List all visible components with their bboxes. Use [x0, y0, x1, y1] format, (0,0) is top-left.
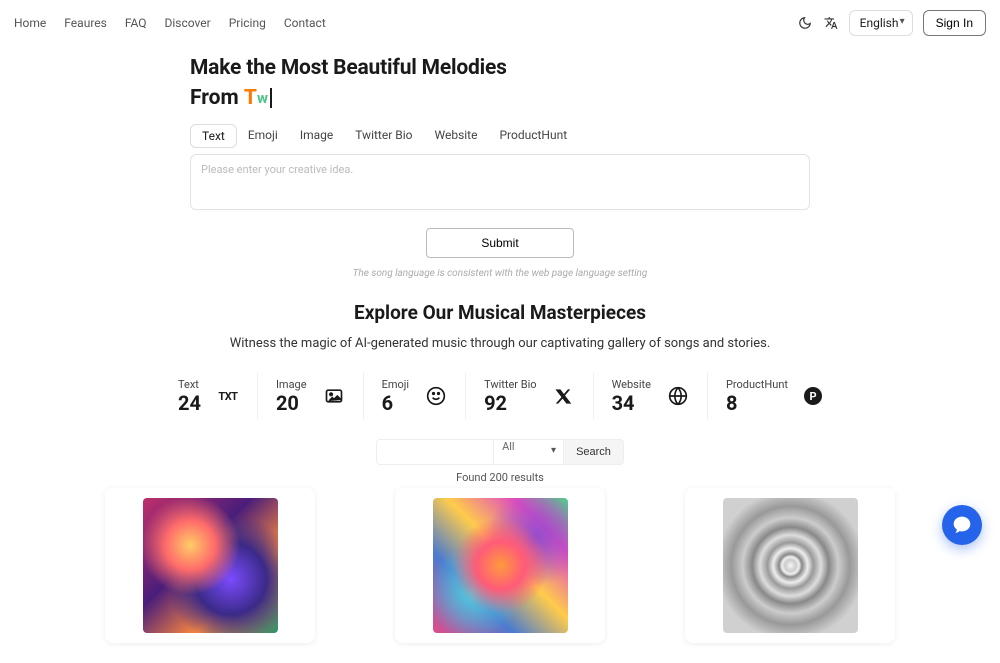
stat-image[interactable]: Image 20 [258, 373, 364, 419]
nav-contact[interactable]: Contact [284, 16, 326, 30]
stat-website[interactable]: Website 34 [594, 373, 708, 419]
stat-twitter-value: 92 [484, 391, 537, 415]
nav-features[interactable]: Feaures [64, 16, 107, 30]
album-art [143, 498, 278, 633]
nav-faq[interactable]: FAQ [125, 16, 147, 30]
album-art [433, 498, 568, 633]
album-art [723, 498, 858, 633]
tab-image[interactable]: Image [289, 124, 344, 148]
smile-icon [425, 385, 447, 407]
gallery-card[interactable] [685, 488, 895, 643]
stat-twitter-label: Twitter Bio [484, 378, 537, 391]
filter-search-input[interactable] [376, 439, 494, 465]
stat-website-value: 34 [612, 391, 651, 415]
explore-title: Explore Our Musical Masterpieces [0, 301, 1000, 324]
stat-emoji-label: Emoji [382, 378, 409, 391]
stats-bar: Text 24 TXT Image 20 Emoji 6 [0, 373, 1000, 419]
gallery-card[interactable] [105, 488, 315, 643]
x-icon [553, 385, 575, 407]
tab-producthunt[interactable]: ProductHunt [488, 124, 578, 148]
results-count: Found 200 results [0, 471, 1000, 484]
stat-text-value: 24 [178, 391, 201, 415]
nav-discover[interactable]: Discover [164, 16, 210, 30]
producthunt-icon: P [804, 387, 822, 405]
stat-ph-value: 8 [726, 391, 788, 415]
hero-from-label: From [190, 86, 239, 110]
tab-twitter-bio[interactable]: Twitter Bio [344, 124, 423, 148]
stat-website-label: Website [612, 378, 651, 391]
dark-mode-icon[interactable] [797, 15, 813, 31]
idea-input[interactable] [190, 154, 810, 210]
hero-subtitle: From Tw [190, 86, 810, 110]
main-nav: Home Feaures FAQ Discover Pricing Contac… [14, 16, 326, 30]
sign-in-button[interactable]: Sign In [923, 10, 986, 36]
nav-pricing[interactable]: Pricing [229, 16, 266, 30]
gallery [0, 488, 1000, 663]
typed-char-t: T [244, 86, 257, 110]
globe-icon [667, 385, 689, 407]
explore-subtitle: Witness the magic of AI-generated music … [0, 336, 1000, 351]
stat-emoji[interactable]: Emoji 6 [364, 373, 466, 419]
search-button[interactable]: Search [564, 439, 624, 465]
chat-button[interactable] [942, 505, 982, 545]
stat-image-label: Image [276, 378, 307, 391]
filter-category-select[interactable]: All [494, 439, 564, 465]
stat-ph-label: ProductHunt [726, 378, 788, 391]
translate-icon[interactable] [823, 15, 839, 31]
nav-home[interactable]: Home [14, 16, 46, 30]
filter-row: All Search [0, 439, 1000, 465]
stat-emoji-value: 6 [382, 391, 409, 415]
typing-cursor [270, 88, 272, 108]
stat-text[interactable]: Text 24 TXT [160, 373, 258, 419]
language-select[interactable]: English [849, 10, 913, 36]
stat-producthunt[interactable]: ProductHunt 8 P [708, 373, 840, 419]
language-hint: The song language is consistent with the… [190, 268, 810, 279]
text-icon: TXT [217, 385, 239, 407]
stat-image-value: 20 [276, 391, 307, 415]
typed-char-w: w [257, 89, 268, 107]
tab-website[interactable]: Website [424, 124, 489, 148]
stat-twitter[interactable]: Twitter Bio 92 [466, 373, 594, 419]
stat-text-label: Text [178, 378, 201, 391]
hero-title: Make the Most Beautiful Melodies [190, 56, 810, 80]
submit-button[interactable]: Submit [426, 228, 573, 258]
input-tabs: Text Emoji Image Twitter Bio Website Pro… [190, 124, 810, 148]
gallery-card[interactable] [395, 488, 605, 643]
image-icon [323, 385, 345, 407]
chat-icon [952, 515, 972, 535]
tab-text[interactable]: Text [190, 124, 237, 148]
tab-emoji[interactable]: Emoji [237, 124, 289, 148]
